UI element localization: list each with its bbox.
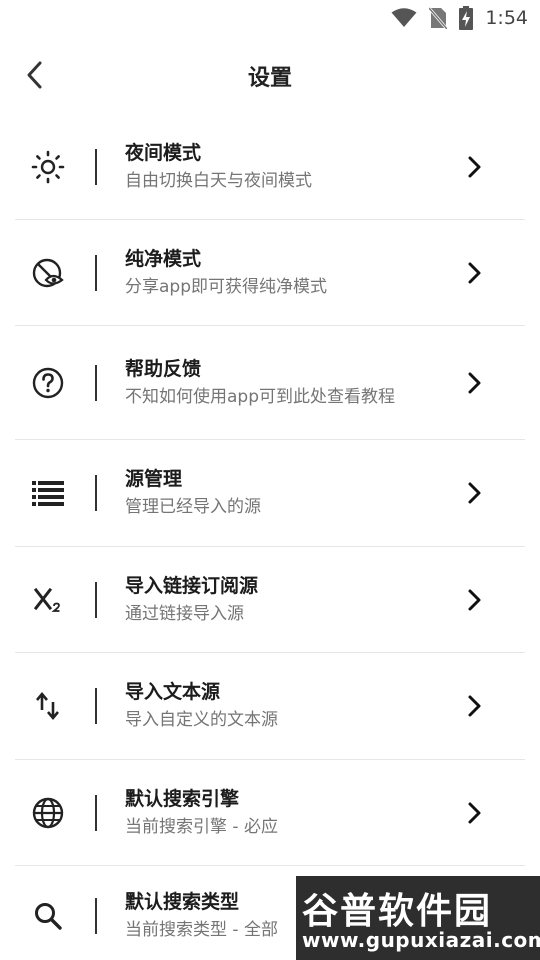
status-time: 1:54 <box>485 7 528 29</box>
setting-row-help-feedback[interactable]: 帮助反馈 不知如何使用app可到此处查看教程 <box>15 326 525 440</box>
chevron-right-icon <box>468 695 481 717</box>
list-icon <box>32 481 64 506</box>
setting-title: 夜间模式 <box>125 141 202 164</box>
setting-title: 源管理 <box>125 468 183 490</box>
chevron-right-icon <box>468 156 481 177</box>
setting-row-night-mode[interactable]: 夜间模式 自由切换白天与夜间模式 <box>15 114 525 220</box>
no-sim-icon <box>429 7 448 29</box>
setting-title: 纯净模式 <box>125 247 202 270</box>
help-icon <box>32 367 64 398</box>
setting-title: 默认搜索引擎 <box>125 787 240 810</box>
chevron-right-icon <box>468 262 481 283</box>
status-icons: 1:54 <box>391 6 528 30</box>
swap-vertical-icon <box>36 691 59 721</box>
setting-subtitle: 通过链接导入源 <box>125 603 244 624</box>
setting-row-source-management[interactable]: 源管理 管理已经导入的源 <box>15 440 525 547</box>
search-icon <box>35 903 62 930</box>
watermark-text: 谷普软件园 <box>302 891 493 932</box>
setting-title: 帮助反馈 <box>125 357 202 380</box>
globe-icon <box>32 797 64 828</box>
setting-title: 导入文本源 <box>125 681 221 703</box>
setting-title: 导入链接订阅源 <box>125 574 259 597</box>
wifi-icon <box>391 8 417 27</box>
app-bar: 设置 <box>0 44 540 106</box>
setting-subtitle: 当前搜索引擎 - 必应 <box>125 816 278 837</box>
setting-subtitle: 不知如何使用app可到此处查看教程 <box>125 386 395 407</box>
setting-subtitle: 管理已经导入的源 <box>125 497 261 517</box>
setting-subtitle: 分享app即可获得纯净模式 <box>125 276 327 297</box>
status-bar: 1:54 <box>0 0 540 36</box>
watermark-url: www.gupuxiazai.com <box>302 928 540 952</box>
page-title: 设置 <box>247 66 292 91</box>
chevron-right-icon <box>468 589 481 610</box>
setting-row-import-link-source[interactable]: 导入链接订阅源 通过链接导入源 <box>15 547 525 653</box>
brightness-icon <box>31 150 65 183</box>
subscript-icon <box>33 587 60 612</box>
setting-row-default-search-engine[interactable]: 默认搜索引擎 当前搜索引擎 - 必应 <box>15 760 525 866</box>
chevron-right-icon <box>468 482 481 504</box>
setting-subtitle: 自由切换白天与夜间模式 <box>125 170 312 191</box>
setting-row-pure-mode[interactable]: 纯净模式 分享app即可获得纯净模式 <box>15 220 525 326</box>
watermark-logo: 谷普软件园 www.gupuxiazai.com <box>296 876 540 960</box>
eye-off-icon <box>32 258 64 287</box>
setting-subtitle: 导入自定义的文本源 <box>125 710 278 730</box>
settings-list: 夜间模式 自由切换白天与夜间模式 纯净模式 分享app即可获得纯净模式 帮助反馈… <box>15 114 525 960</box>
chevron-right-icon <box>468 372 481 393</box>
chevron-right-icon <box>468 802 481 823</box>
battery-charging-icon <box>459 6 474 30</box>
setting-row-import-text-source[interactable]: 导入文本源 导入自定义的文本源 <box>15 653 525 760</box>
